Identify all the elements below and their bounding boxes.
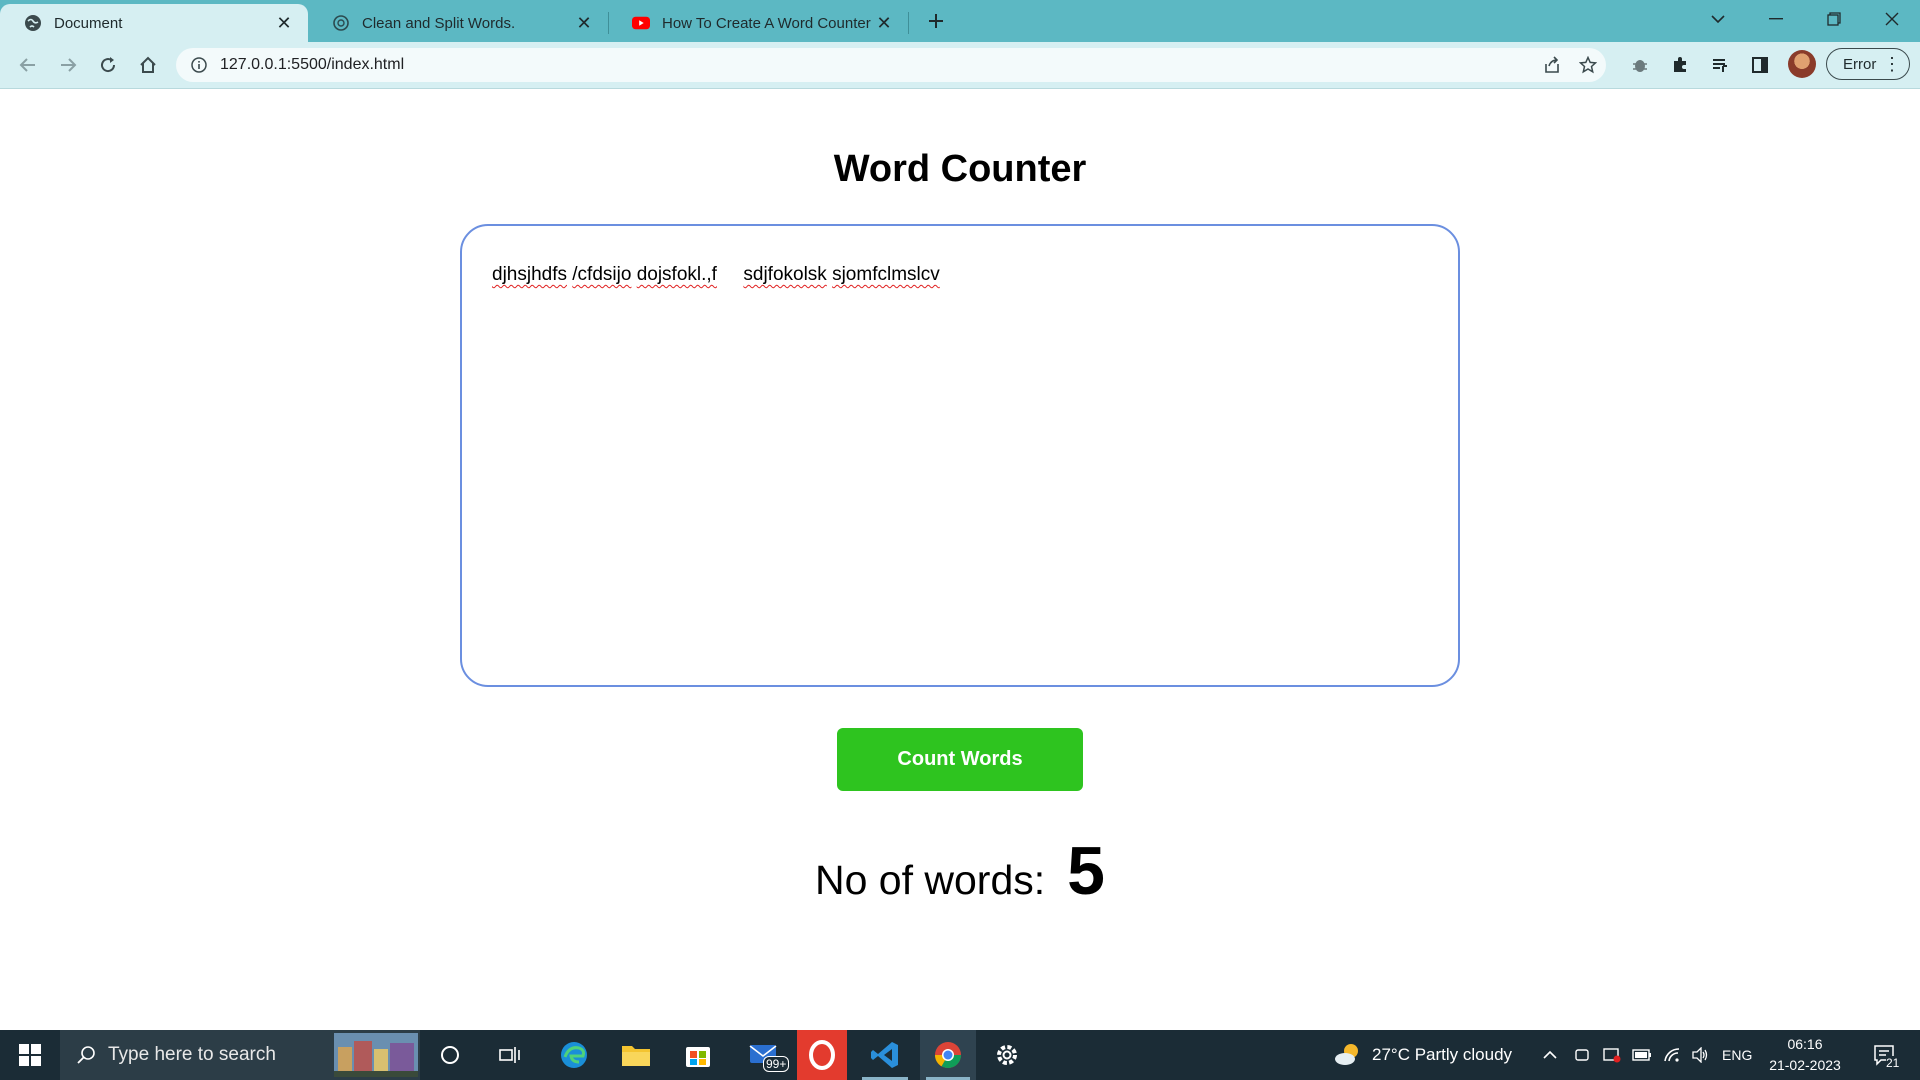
share-icon[interactable] xyxy=(1536,49,1568,81)
wifi-icon[interactable] xyxy=(1660,1030,1684,1080)
settings-gear-icon[interactable] xyxy=(982,1030,1032,1080)
forward-button[interactable] xyxy=(52,49,84,81)
close-window-button[interactable] xyxy=(1864,0,1920,38)
screen: Document ✕ Clean and Split Words. ✕ How … xyxy=(0,0,1920,1080)
profile-avatar[interactable] xyxy=(1788,50,1816,78)
back-button[interactable] xyxy=(12,49,44,81)
notification-count: 21 xyxy=(1886,1056,1900,1070)
task-view-button[interactable] xyxy=(488,1030,532,1080)
mail-icon[interactable]: 99+ xyxy=(735,1030,795,1080)
openai-icon xyxy=(332,14,350,32)
restore-button[interactable] xyxy=(1806,0,1862,38)
extension-bug-icon[interactable] xyxy=(1624,49,1656,81)
battery-icon[interactable] xyxy=(1630,1030,1654,1080)
word-textarea[interactable]: djhsjhdfs /cfdsijo dojsfokl.,f sdjfokols… xyxy=(460,224,1460,687)
chevron-down-icon xyxy=(1711,15,1725,24)
clock-time: 06:16 xyxy=(1787,1036,1823,1052)
word-count-result: No of words: 5 xyxy=(0,832,1920,910)
weather-partly-cloudy-icon[interactable] xyxy=(1330,1030,1366,1080)
arrow-left-icon xyxy=(19,58,35,72)
search-icon xyxy=(76,1045,96,1065)
home-button[interactable] xyxy=(132,49,164,81)
extensions-puzzle-icon[interactable] xyxy=(1664,49,1696,81)
tab-title: How To Create A Word Counter U xyxy=(662,14,874,32)
tab-separator xyxy=(908,12,909,34)
tab-youtube[interactable]: How To Create A Word Counter U ✕ xyxy=(608,4,908,42)
tab-search-button[interactable] xyxy=(1690,0,1746,38)
language-indicator[interactable]: ENG xyxy=(1722,1030,1752,1080)
tab-close-icon[interactable]: ✕ xyxy=(874,13,894,33)
tab-strip: Document ✕ Clean and Split Words. ✕ How … xyxy=(0,0,1920,42)
result-label: No of words: xyxy=(815,857,1046,903)
reload-button[interactable] xyxy=(92,49,124,81)
close-icon xyxy=(1885,12,1899,26)
youtube-icon xyxy=(632,14,650,32)
error-label: Error xyxy=(1843,55,1877,73)
textarea-word: /cfdsijo xyxy=(572,264,632,285)
textarea-word: djhsjhdfs xyxy=(492,264,567,285)
file-explorer-icon[interactable] xyxy=(611,1030,661,1080)
cortana-circle-icon xyxy=(441,1046,459,1064)
browser-toolbar: 127.0.0.1:5500/index.html xyxy=(0,42,1920,89)
bookmark-star-icon[interactable] xyxy=(1572,49,1604,81)
media-queue-icon[interactable] xyxy=(1704,49,1736,81)
page-title: Word Counter xyxy=(833,148,1087,190)
restore-icon xyxy=(1827,12,1841,26)
vscode-icon[interactable] xyxy=(858,1030,912,1080)
windows-taskbar: Type here to search 99+ 27°C Partly clou… xyxy=(0,1030,1920,1080)
security-alert-icon[interactable] xyxy=(1600,1030,1624,1080)
store-icon[interactable] xyxy=(673,1030,723,1080)
address-bar[interactable]: 127.0.0.1:5500/index.html xyxy=(176,48,1606,82)
chevron-up-icon[interactable] xyxy=(1538,1030,1562,1080)
clock-date: 21-02-2023 xyxy=(1769,1057,1841,1073)
kebab-menu-icon[interactable]: ⋮ xyxy=(1883,55,1901,73)
side-panel-icon[interactable] xyxy=(1744,49,1776,81)
minimize-button[interactable] xyxy=(1748,0,1804,38)
cortana-button[interactable] xyxy=(428,1030,472,1080)
profile-error-button[interactable]: Error ⋮ xyxy=(1826,48,1910,80)
new-tab-button[interactable] xyxy=(920,6,952,36)
home-icon xyxy=(140,56,156,73)
tab-close-icon[interactable]: ✕ xyxy=(574,13,594,33)
tab-title: Document xyxy=(54,14,123,32)
windows-logo-icon xyxy=(19,1044,41,1066)
tab-title: Clean and Split Words. xyxy=(362,14,516,32)
mail-badge: 99+ xyxy=(763,1056,790,1072)
plus-icon xyxy=(929,14,943,28)
globe-icon xyxy=(24,14,42,32)
textarea-word: sdjfokolsk xyxy=(743,264,827,285)
reload-icon xyxy=(101,57,116,73)
opera-icon[interactable] xyxy=(797,1030,847,1080)
volume-icon[interactable] xyxy=(1688,1030,1712,1080)
textarea-word: sjomfclmslcv xyxy=(832,264,940,285)
minimize-icon xyxy=(1769,18,1783,20)
info-icon[interactable] xyxy=(188,54,210,76)
tab-document[interactable]: Document ✕ xyxy=(0,4,308,42)
textarea-word: dojsfokl.,f xyxy=(636,264,717,285)
result-value: 5 xyxy=(1067,833,1105,909)
count-words-button[interactable]: Count Words xyxy=(837,728,1083,791)
meet-now-icon[interactable] xyxy=(1570,1030,1594,1080)
start-button[interactable] xyxy=(0,1030,60,1080)
notification-center-button[interactable]: 21 xyxy=(1862,1030,1908,1080)
edge-taskbar-icon[interactable] xyxy=(549,1030,599,1080)
url-text: 127.0.0.1:5500/index.html xyxy=(220,56,405,73)
search-highlight-image xyxy=(332,1030,420,1080)
task-view-icon xyxy=(499,1047,520,1063)
arrow-right-icon xyxy=(61,58,77,72)
weather-text[interactable]: 27°C Partly cloudy xyxy=(1372,1030,1512,1080)
tab-close-icon[interactable]: ✕ xyxy=(274,13,294,33)
tab-clean-split[interactable]: Clean and Split Words. ✕ xyxy=(308,4,608,42)
search-placeholder: Type here to search xyxy=(108,1044,276,1065)
system-clock[interactable]: 06:16 21-02-2023 xyxy=(1760,1034,1850,1076)
taskbar-search-box[interactable]: Type here to search xyxy=(60,1030,420,1080)
chrome-icon[interactable] xyxy=(920,1030,976,1080)
